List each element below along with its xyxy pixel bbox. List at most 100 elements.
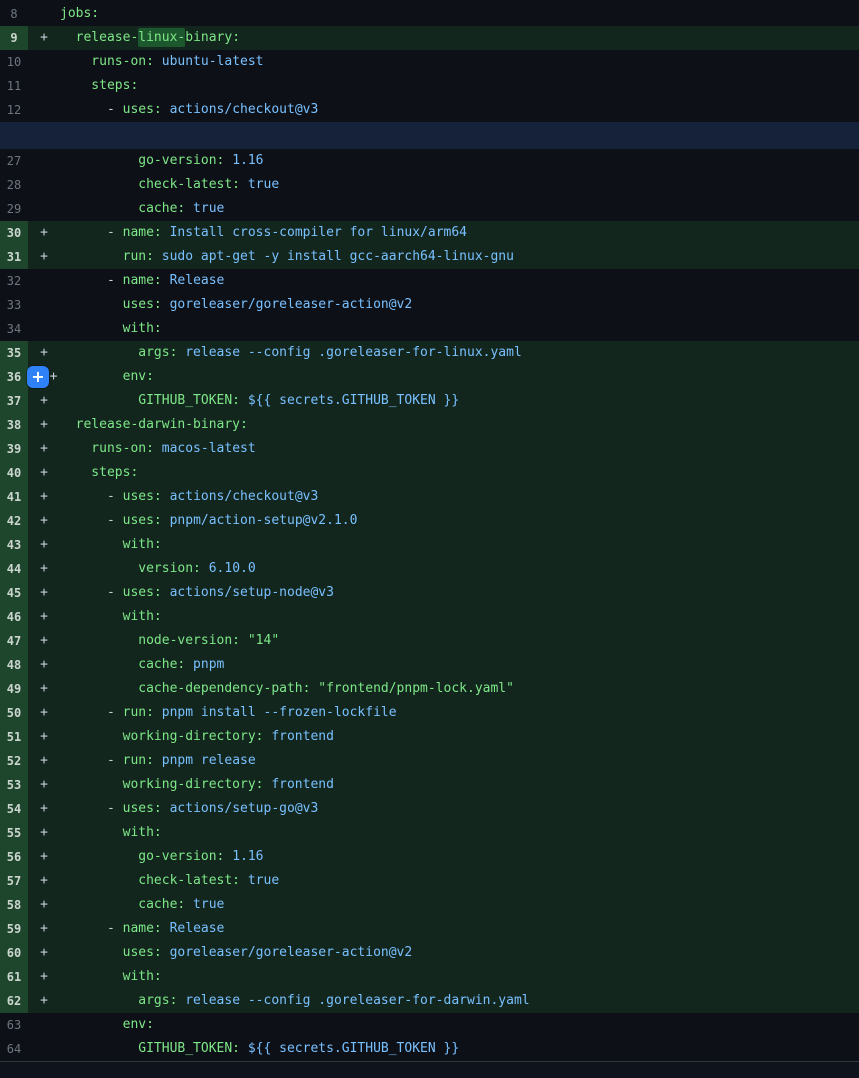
diff-row: 48+ cache: pnpm: [0, 653, 859, 677]
diff-added-marker: [28, 2, 60, 26]
code-line: with:: [60, 605, 859, 629]
diff-added-marker: +: [28, 917, 60, 941]
line-number[interactable]: 41: [0, 485, 28, 509]
line-number[interactable]: 35: [0, 341, 28, 365]
line-number[interactable]: 46: [0, 605, 28, 629]
line-number[interactable]: 57: [0, 869, 28, 893]
diff-added-marker: +: [28, 869, 60, 893]
code-token: frontend: [264, 729, 334, 744]
line-number[interactable]: 8: [0, 2, 28, 26]
code-line: check-latest: true: [60, 869, 859, 893]
code-line: uses: goreleaser/goreleaser-action@v2: [60, 941, 859, 965]
code-line: run: sudo apt-get -y install gcc-aarch64…: [60, 245, 859, 269]
expand-hidden-lines-row[interactable]: [0, 122, 859, 149]
diff-row: 29 cache: true: [0, 197, 859, 221]
code-token: env:: [60, 1017, 154, 1032]
diff-row: 35+ args: release --config .goreleaser-f…: [0, 341, 859, 365]
line-number[interactable]: 54: [0, 797, 28, 821]
line-number[interactable]: 61: [0, 965, 28, 989]
line-number[interactable]: 29: [0, 197, 28, 221]
line-number[interactable]: 45: [0, 581, 28, 605]
diff-added-marker: [28, 269, 60, 293]
code-token: steps:: [60, 78, 138, 93]
code-line: with:: [60, 317, 859, 341]
line-number[interactable]: 48: [0, 653, 28, 677]
line-number[interactable]: 42: [0, 509, 28, 533]
line-number[interactable]: 58: [0, 893, 28, 917]
code-token: uses:: [123, 489, 162, 504]
line-number[interactable]: 33: [0, 293, 28, 317]
code-token: pnpm/action-setup@v2.1.0: [162, 513, 358, 528]
line-number[interactable]: 56: [0, 845, 28, 869]
diff-added-marker: +: [28, 581, 60, 605]
line-number[interactable]: 37: [0, 389, 28, 413]
line-number[interactable]: 31: [0, 245, 28, 269]
line-number[interactable]: 9: [0, 26, 28, 50]
line-number[interactable]: 64: [0, 1037, 28, 1061]
diff-added-marker: +: [28, 221, 60, 245]
code-line: steps:: [60, 74, 859, 98]
diff-bottom-border: [0, 1061, 859, 1078]
code-token: goreleaser/goreleaser-action@v2: [162, 297, 412, 312]
code-token: with:: [60, 825, 162, 840]
diff-added-marker: [28, 1037, 60, 1061]
code-line: - run: pnpm install --frozen-lockfile: [60, 701, 859, 725]
code-token: uses:: [60, 945, 162, 960]
code-line: args: release --config .goreleaser-for-l…: [60, 341, 859, 365]
diff-added-marker: [28, 50, 60, 74]
code-token: pnpm install --frozen-lockfile: [154, 705, 397, 720]
line-number[interactable]: 32: [0, 269, 28, 293]
word-diff-highlight: linux-: [138, 28, 185, 47]
code-token: -: [60, 273, 123, 288]
line-number[interactable]: 52: [0, 749, 28, 773]
line-number[interactable]: 38: [0, 413, 28, 437]
diff-row: 33 uses: goreleaser/goreleaser-action@v2: [0, 293, 859, 317]
line-number[interactable]: 49: [0, 677, 28, 701]
line-number[interactable]: 11: [0, 74, 28, 98]
line-number[interactable]: 40: [0, 461, 28, 485]
code-token: 1.16: [224, 153, 263, 168]
line-number[interactable]: 44: [0, 557, 28, 581]
add-comment-button[interactable]: +: [27, 366, 49, 388]
diff-row: 27 go-version: 1.16: [0, 149, 859, 173]
diff-added-marker: +: [28, 533, 60, 557]
code-line: env:: [60, 1013, 859, 1037]
code-line: runs-on: ubuntu-latest: [60, 50, 859, 74]
diff-added-marker: +: [28, 413, 60, 437]
line-number[interactable]: 39: [0, 437, 28, 461]
line-number[interactable]: 60: [0, 941, 28, 965]
code-token: -: [60, 102, 123, 117]
line-number[interactable]: 47: [0, 629, 28, 653]
diff-row: 63 env:: [0, 1013, 859, 1037]
line-number[interactable]: 62: [0, 989, 28, 1013]
diff-row: 41+ - uses: actions/checkout@v3: [0, 485, 859, 509]
line-number[interactable]: 55: [0, 821, 28, 845]
line-number[interactable]: 59: [0, 917, 28, 941]
code-token: -: [60, 753, 123, 768]
code-token: ${{ secrets.GITHUB_TOKEN }}: [240, 1041, 459, 1056]
line-number[interactable]: 51: [0, 725, 28, 749]
code-token: runs-on:: [60, 54, 154, 69]
diff-row: 34 with:: [0, 317, 859, 341]
code-token: with:: [60, 609, 162, 624]
line-number[interactable]: 50: [0, 701, 28, 725]
code-token: -: [60, 921, 123, 936]
diff-added-marker: +: [28, 653, 60, 677]
line-number[interactable]: 27: [0, 149, 28, 173]
code-token: 1.16: [224, 849, 263, 864]
line-number[interactable]: 28: [0, 173, 28, 197]
line-number[interactable]: 30: [0, 221, 28, 245]
line-number[interactable]: 10: [0, 50, 28, 74]
line-number[interactable]: 43: [0, 533, 28, 557]
line-number[interactable]: 12: [0, 98, 28, 122]
code-token: "frontend/pnpm-lock.yaml": [310, 681, 514, 696]
code-line: go-version: 1.16: [60, 149, 859, 173]
code-token: pnpm: [185, 657, 224, 672]
line-number[interactable]: 63: [0, 1013, 28, 1037]
line-number[interactable]: 34: [0, 317, 28, 341]
code-token: release-darwin-binary:: [60, 417, 248, 432]
diff-added-marker: +: [28, 773, 60, 797]
line-number[interactable]: 53: [0, 773, 28, 797]
line-number[interactable]: 36: [0, 365, 28, 389]
diff-row: 60+ uses: goreleaser/goreleaser-action@v…: [0, 941, 859, 965]
